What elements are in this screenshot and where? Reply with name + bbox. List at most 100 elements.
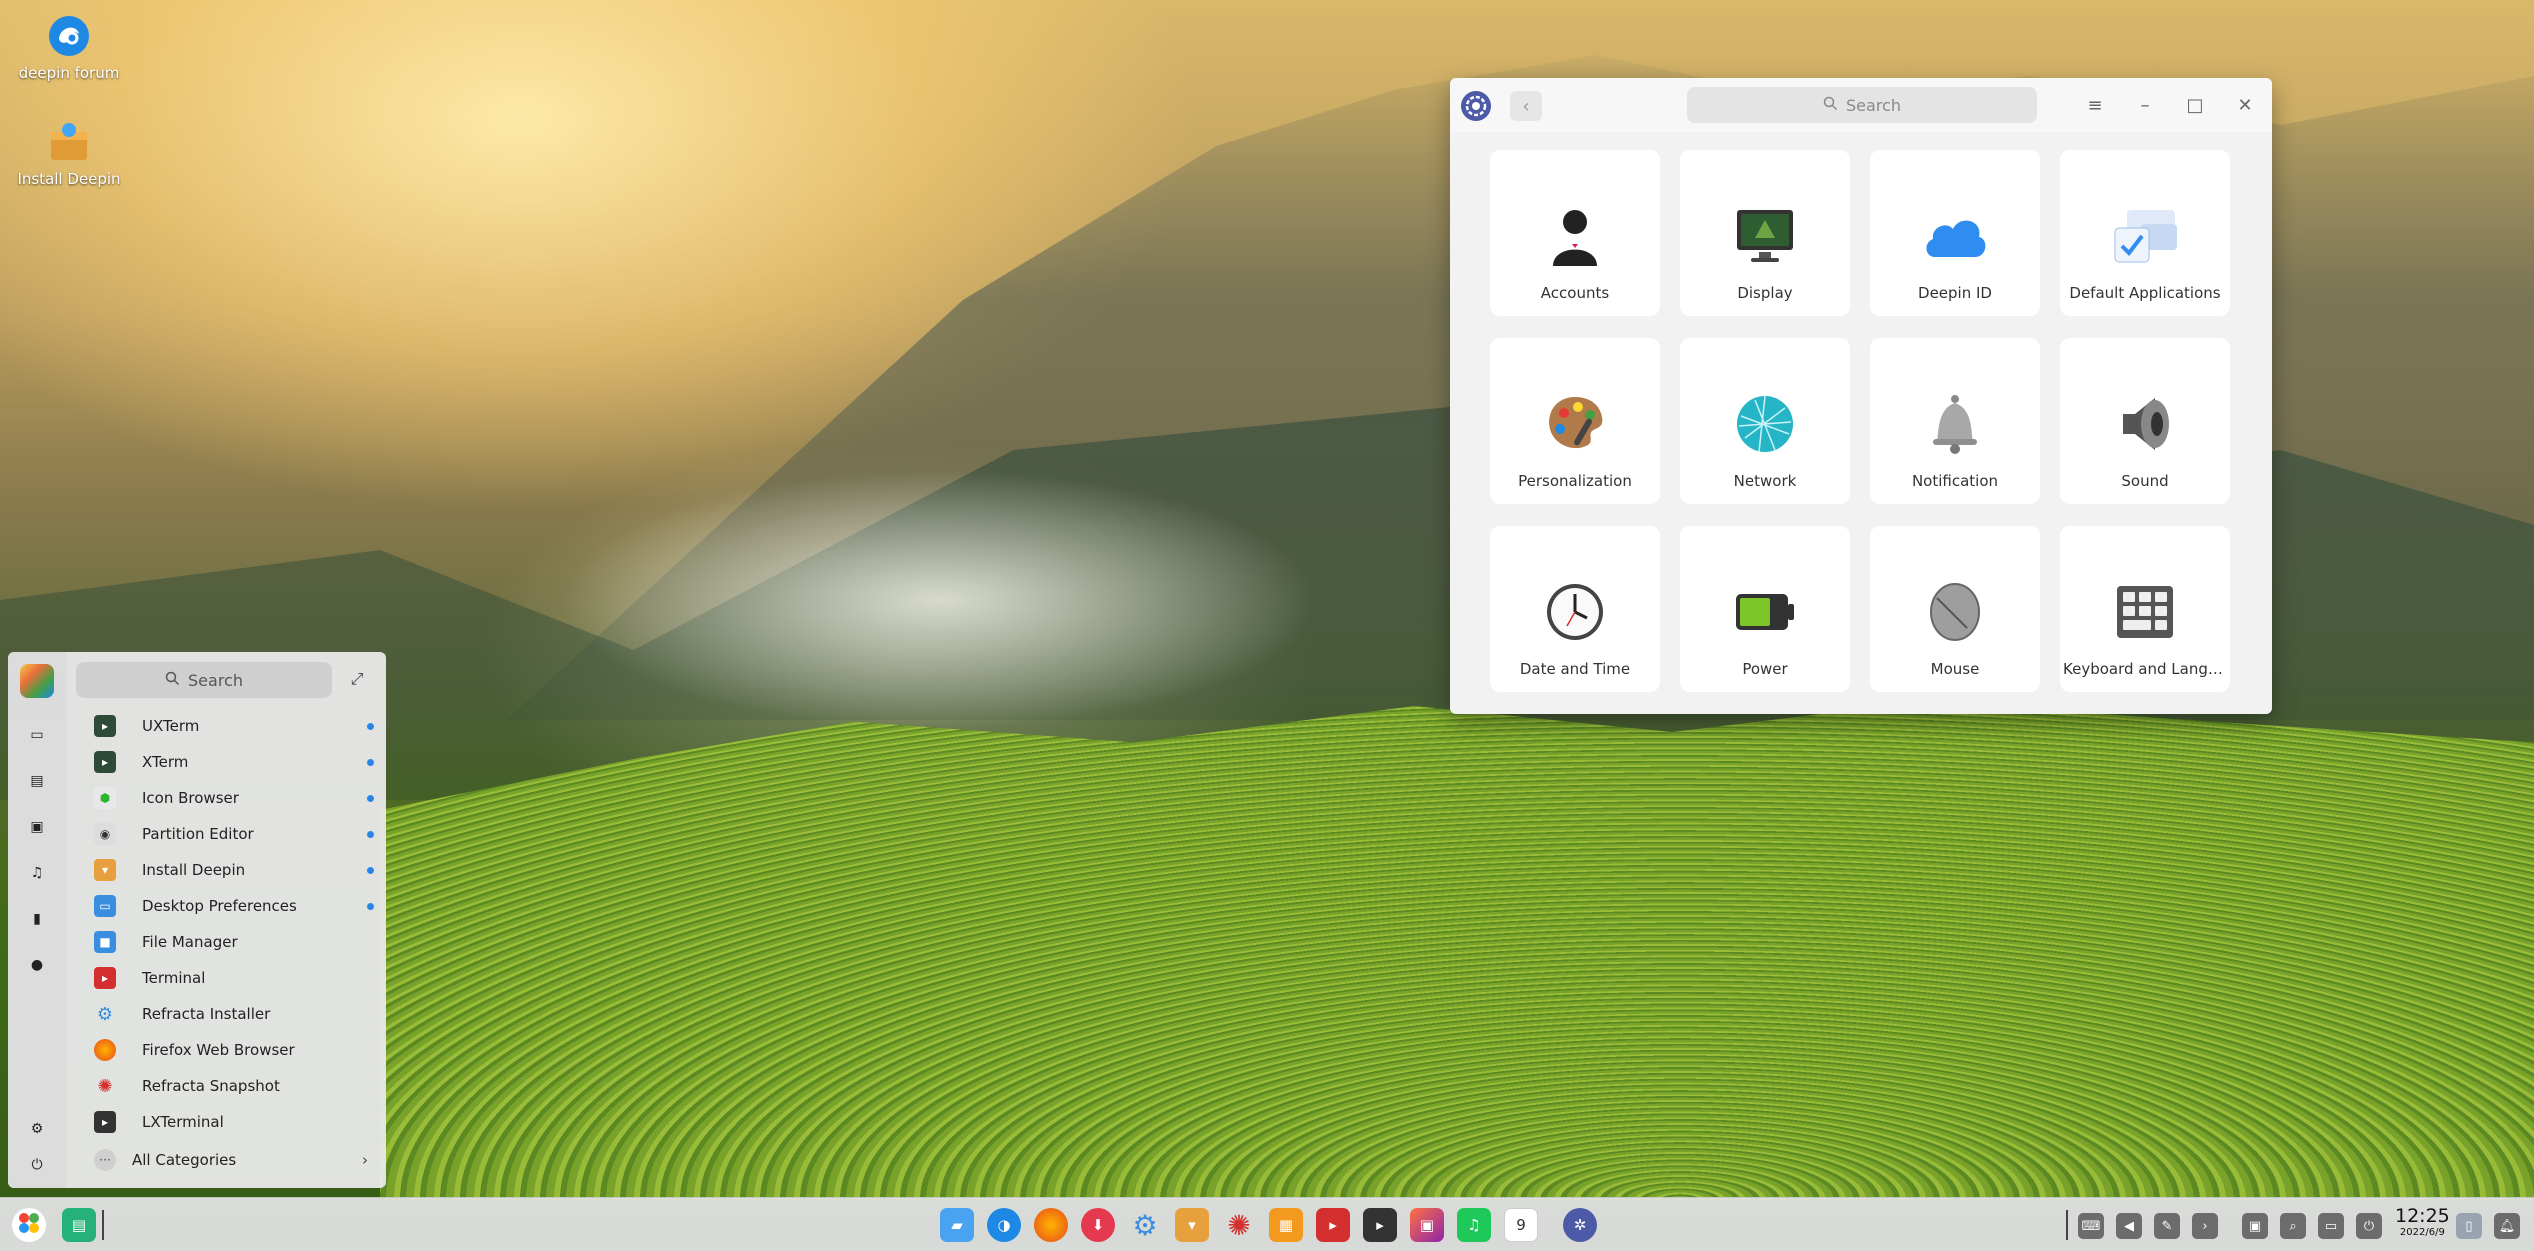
info-icon[interactable]: ●	[28, 956, 46, 974]
volume-icon: ◀	[2124, 1218, 2134, 1234]
tile-label: Display	[1737, 284, 1793, 302]
launcher-app-firefox[interactable]: Firefox Web Browser	[84, 1032, 384, 1068]
app-label: Refracta Installer	[142, 1005, 271, 1023]
search-icon: ⌕	[2289, 1218, 2297, 1234]
search-input[interactable]: Search	[1687, 87, 2037, 123]
launcher-app-uxterm[interactable]: ▸ UXTerm	[84, 708, 384, 744]
settings-icon[interactable]: ⚙	[28, 1120, 46, 1138]
app-label: Partition Editor	[142, 825, 254, 843]
tile-deepin-id[interactable]: Deepin ID	[1870, 150, 2040, 316]
app-label: Desktop Preferences	[142, 897, 297, 915]
tile-personalization[interactable]: Personalization	[1490, 338, 1660, 504]
launcher-app-refracta-snapshot[interactable]: ✺ Refracta Snapshot	[84, 1068, 384, 1104]
back-button[interactable]: ‹	[1510, 91, 1542, 121]
dock-app-store[interactable]: ▦	[1269, 1208, 1303, 1242]
tray-search[interactable]: ⌕	[2280, 1213, 2306, 1239]
launcher-category-sidebar: ▭ ▤ ▣ ♫ ▮ ● ⚙ ⏻	[8, 652, 66, 1188]
search-icon	[1823, 96, 1838, 115]
launcher-app-install-deepin[interactable]: ▾ Install Deepin	[84, 852, 384, 888]
dock-refracta-installer[interactable]: ⚙	[1128, 1208, 1162, 1242]
battery-icon	[1731, 578, 1799, 646]
install-deepin-icon	[45, 118, 93, 166]
tile-default-applications[interactable]: Default Applications	[2060, 150, 2230, 316]
tray-notifications[interactable]: 🔔︎	[2494, 1213, 2520, 1239]
dock-refracta-snapshot[interactable]: ✺	[1222, 1208, 1256, 1242]
video-icon[interactable]: ▮	[28, 910, 46, 928]
tray-expand[interactable]: ›	[2192, 1213, 2218, 1239]
bell-icon	[1921, 390, 1989, 458]
dock-firefox[interactable]	[1034, 1208, 1068, 1242]
dock-music[interactable]: ♫	[1457, 1208, 1491, 1242]
launcher-app-partition-editor[interactable]: ◉ Partition Editor	[84, 816, 384, 852]
tray-screenshot[interactable]: ✎	[2154, 1213, 2180, 1239]
launcher-app-xterm[interactable]: ▸ XTerm	[84, 744, 384, 780]
tray-power[interactable]: ⏻	[2356, 1213, 2382, 1239]
app-label: Refracta Snapshot	[142, 1077, 280, 1095]
new-app-indicator	[367, 902, 374, 910]
fullscreen-toggle-button[interactable]: ⤢	[346, 668, 368, 690]
tray-volume[interactable]: ◀	[2116, 1213, 2142, 1239]
power-icon[interactable]: ⏻	[28, 1156, 46, 1174]
desktop-icon-deepin-forum[interactable]: deepin forum	[14, 12, 124, 82]
dock-lxterminal[interactable]: ▸	[1363, 1208, 1397, 1242]
tray-keyboard[interactable]: ⌨	[2078, 1213, 2104, 1239]
more-icon: ···	[94, 1149, 116, 1171]
maximize-button[interactable]: □	[2180, 90, 2210, 120]
music-icon[interactable]: ♫	[28, 864, 46, 882]
dock-control-center[interactable]: ✲	[1563, 1208, 1597, 1242]
tile-date-and-time[interactable]: Date and Time	[1490, 526, 1660, 692]
maximize-icon: □	[2186, 94, 2204, 116]
launcher-app-terminal[interactable]: ▸ Terminal	[84, 960, 384, 996]
multitasking-icon: ▤	[71, 1216, 87, 1234]
menu-button[interactable]: ≡	[2080, 90, 2110, 120]
launcher-button[interactable]	[12, 1208, 46, 1242]
minimize-button[interactable]: –	[2130, 90, 2160, 120]
all-categories-button[interactable]: ··· All Categories ›	[84, 1142, 384, 1178]
tray-multitask[interactable]: ▣	[2242, 1213, 2268, 1239]
launcher-app-refracta-installer[interactable]: ⚙ Refracta Installer	[84, 996, 384, 1032]
tile-notification[interactable]: Notification	[1870, 338, 2040, 504]
tray-desktop[interactable]: ▭	[2318, 1213, 2344, 1239]
tile-power[interactable]: Power	[1680, 526, 1850, 692]
launcher-search-input[interactable]: Search	[76, 662, 332, 698]
tile-display[interactable]: Display	[1680, 150, 1850, 316]
dock-install-deepin[interactable]: ▾	[1175, 1208, 1209, 1242]
dock-calendar[interactable]: 9	[1504, 1208, 1538, 1242]
tile-label: Accounts	[1540, 284, 1610, 302]
chevron-left-icon: ‹	[1522, 95, 1530, 117]
dock-terminal[interactable]: ▸	[1316, 1208, 1350, 1242]
tile-accounts[interactable]: Accounts	[1490, 150, 1660, 316]
search-icon	[165, 671, 180, 690]
document-icon[interactable]: ▤	[28, 772, 46, 790]
dock-image-viewer[interactable]: ▣	[1410, 1208, 1444, 1242]
user-avatar[interactable]	[20, 664, 54, 698]
clock[interactable]: 12:25 2022/6/9	[2395, 1205, 2450, 1238]
tile-network[interactable]: Network	[1680, 338, 1850, 504]
dock-file-manager[interactable]: ▰	[940, 1208, 974, 1242]
folder-icon: ■	[94, 931, 116, 953]
wallpaper-terraces	[380, 700, 2534, 1200]
image-icon[interactable]: ▣	[28, 818, 46, 836]
launcher-app-desktop-preferences[interactable]: ▭ Desktop Preferences	[84, 888, 384, 924]
multitasking-view-button[interactable]: ▤	[62, 1208, 96, 1242]
tile-mouse[interactable]: Mouse	[1870, 526, 2040, 692]
tile-sound[interactable]: Sound	[2060, 338, 2230, 504]
search-placeholder: Search	[188, 670, 243, 690]
dock-deepin-forum[interactable]: ◑	[987, 1208, 1021, 1242]
launcher-app-icon-browser[interactable]: ⬢ Icon Browser	[84, 780, 384, 816]
launcher-app-list: ▸ UXTerm ▸ XTerm ⬢ Icon Browser ◉ Partit…	[84, 708, 384, 1178]
launcher-app-lxterminal[interactable]: ▸ LXTerminal	[84, 1104, 384, 1140]
app-label: XTerm	[142, 753, 189, 771]
new-app-indicator	[367, 866, 374, 874]
image-icon: ▣	[1419, 1216, 1435, 1234]
tile-label: Personalization	[1518, 472, 1632, 490]
tile-label: Date and Time	[1519, 660, 1631, 678]
launcher-app-file-manager[interactable]: ■ File Manager	[84, 924, 384, 960]
dock-downloader[interactable]: ⬇	[1081, 1208, 1115, 1242]
close-button[interactable]: ✕	[2230, 90, 2260, 120]
tray-clipboard[interactable]: ▯	[2456, 1213, 2482, 1239]
clock-icon	[1541, 578, 1609, 646]
desktop-icon-install-deepin[interactable]: Install Deepin	[14, 118, 124, 188]
monitor-icon[interactable]: ▭	[28, 726, 46, 744]
tile-keyboard-and-language[interactable]: Keyboard and Langua...	[2060, 526, 2230, 692]
